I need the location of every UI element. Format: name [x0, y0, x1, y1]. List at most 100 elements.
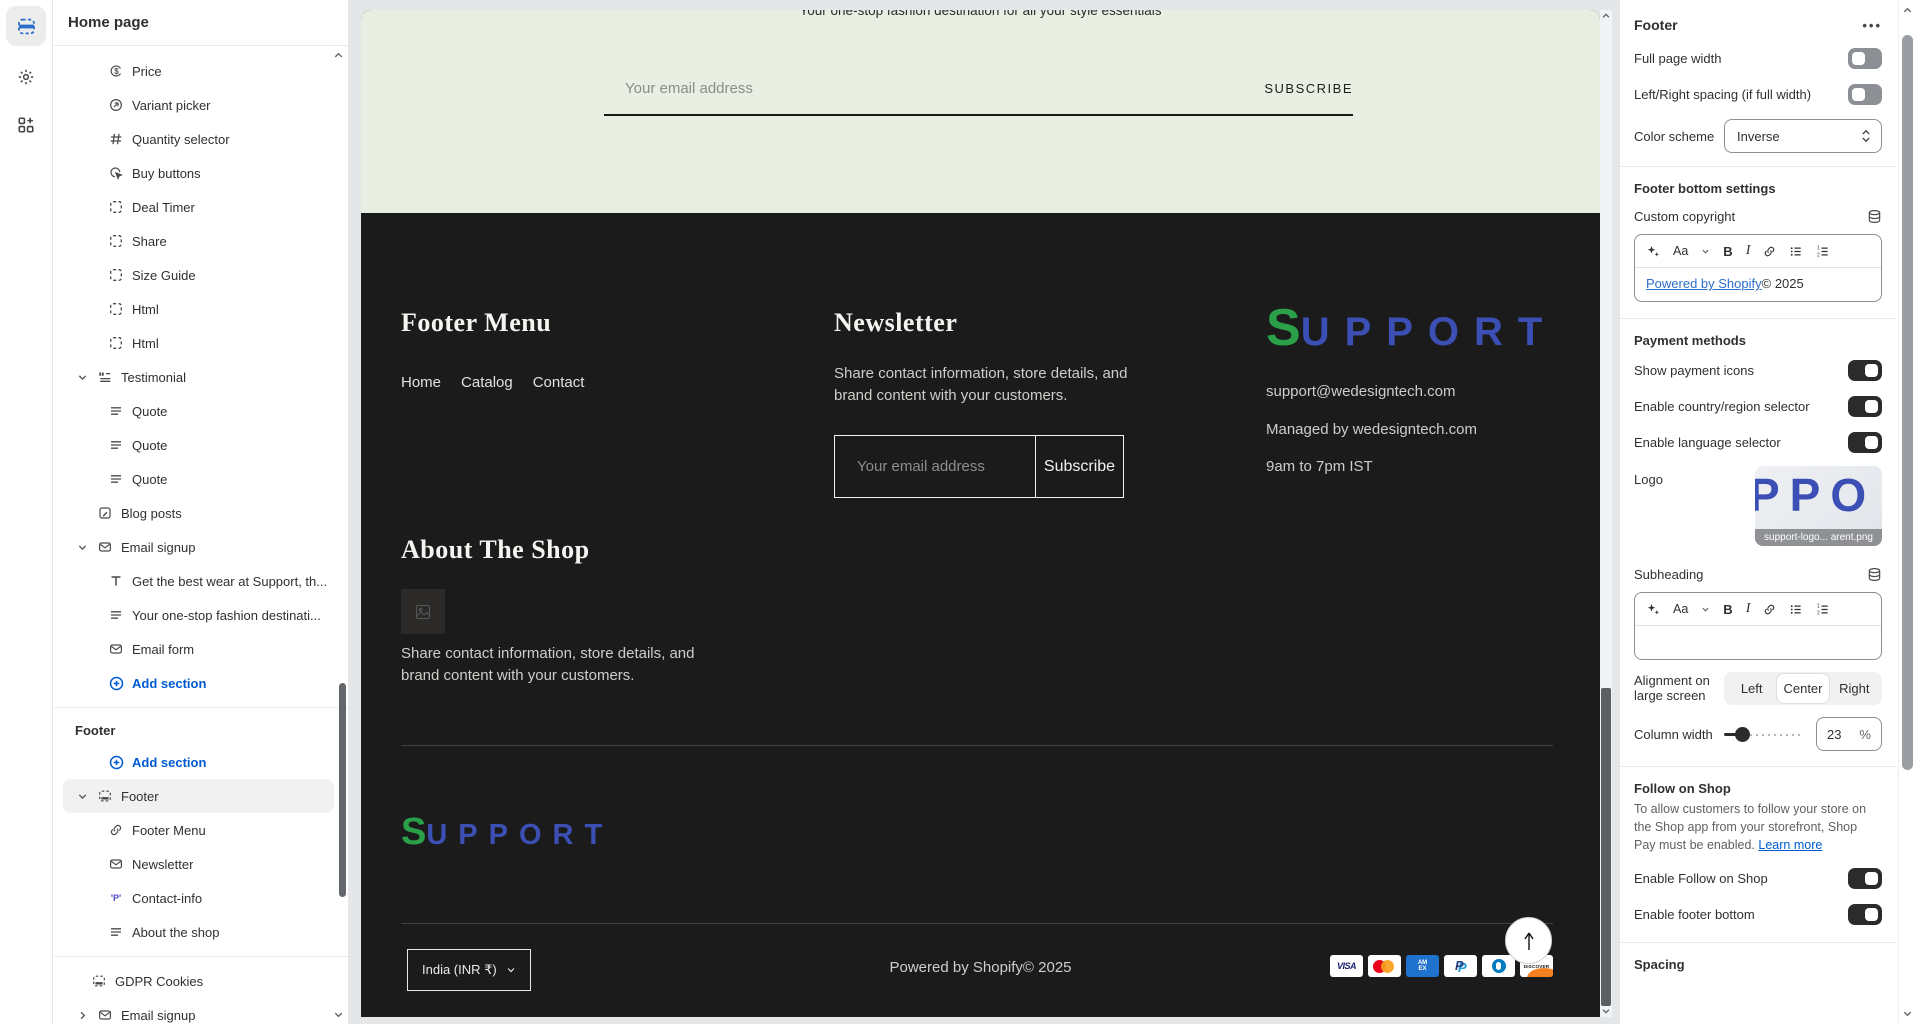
sidebar-item-buy-buttons[interactable]: Buy buttons	[53, 156, 348, 190]
contact-email: support@wedesigntech.com	[1266, 381, 1456, 403]
preview-scroll-down-icon[interactable]	[1600, 1006, 1612, 1016]
theme-settings-button[interactable]	[6, 60, 46, 94]
copyright-link[interactable]: Powered by Shopify	[1646, 276, 1762, 291]
chevron-down-icon[interactable]	[75, 542, 89, 553]
sidebar-section-testimonial[interactable]: Testimonial	[53, 360, 348, 394]
sidebar-item-footer-menu[interactable]: Footer Menu	[53, 813, 348, 847]
sidebar-item-quote-3[interactable]: Quote	[53, 462, 348, 496]
sidebar-item-email-form[interactable]: Email form	[53, 632, 348, 666]
alignment-left-option[interactable]: Left	[1726, 674, 1777, 703]
bold-button[interactable]: B	[1723, 602, 1732, 617]
sections-nav-button[interactable]	[6, 6, 46, 46]
preview-scrollbar-thumb[interactable]	[1601, 688, 1611, 1006]
chevron-down-icon[interactable]	[1701, 247, 1710, 256]
sidebar-item-share[interactable]: Share	[53, 224, 348, 258]
numbered-list-icon[interactable]: 12	[1816, 245, 1830, 258]
link-button-icon[interactable]	[1763, 603, 1776, 616]
bullet-list-icon[interactable]	[1789, 245, 1803, 258]
preview-scroll-up-icon[interactable]	[1600, 11, 1612, 21]
sidebar-scrollbar-thumb[interactable]	[339, 683, 346, 897]
logo-thumbnail[interactable]: PPO support-logo... arent.png	[1755, 466, 1882, 546]
alignment-right-option[interactable]: Right	[1829, 674, 1880, 703]
add-section-button-footer[interactable]: Add section	[53, 745, 348, 779]
subheading-value[interactable]	[1635, 626, 1881, 659]
column-width-input[interactable]: 23 %	[1816, 717, 1882, 751]
sidebar-section-blog-posts[interactable]: Blog posts	[53, 496, 348, 530]
newsletter-email-input[interactable]: Your email address	[835, 436, 1035, 497]
panel-scroll-up-icon[interactable]	[1902, 5, 1913, 16]
back-to-top-button[interactable]	[1505, 917, 1552, 964]
apps-nav-button[interactable]	[6, 108, 46, 142]
color-scheme-select[interactable]: Inverse	[1724, 119, 1882, 153]
panel-scroll-down-icon[interactable]	[1902, 1008, 1913, 1019]
panel-title: Footer	[1634, 17, 1678, 33]
sidebar-item-subtext[interactable]: Your one-stop fashion destinati...	[53, 598, 348, 632]
sidebar-item-quantity-selector[interactable]: Quantity selector	[53, 122, 348, 156]
hero-email-input[interactable]: Your email address	[625, 80, 753, 97]
text-style-button[interactable]: Aa	[1673, 244, 1688, 258]
sidebar-item-about-the-shop[interactable]: About the shop	[53, 915, 348, 949]
sidebar-item-heading-text[interactable]: Get the best wear at Support, th...	[53, 564, 348, 598]
sidebar-item-size-guide[interactable]: Size Guide	[53, 258, 348, 292]
lr-spacing-toggle[interactable]	[1848, 84, 1882, 105]
chevron-right-icon[interactable]	[75, 1010, 89, 1021]
chevron-down-icon[interactable]	[1701, 605, 1710, 614]
bold-button[interactable]: B	[1723, 244, 1732, 259]
sidebar-item-newsletter[interactable]: Newsletter	[53, 847, 348, 881]
more-options-icon[interactable]: •••	[1862, 18, 1882, 33]
sidebar-item-quote-2[interactable]: Quote	[53, 428, 348, 462]
sidebar-item-html-2[interactable]: Html	[53, 326, 348, 360]
enable-follow-toggle[interactable]	[1848, 868, 1882, 889]
add-section-button-template[interactable]: Add section	[53, 666, 348, 700]
link-button-icon[interactable]	[1763, 245, 1776, 258]
column-width-slider[interactable]	[1724, 727, 1804, 741]
panel-scrollbar-thumb[interactable]	[1902, 35, 1913, 770]
chevron-down-icon[interactable]	[75, 372, 89, 383]
divider	[53, 956, 348, 957]
custom-copyright-value[interactable]: Powered by Shopify© 2025	[1635, 268, 1881, 301]
dynamic-source-icon[interactable]	[1867, 567, 1882, 582]
app-block-icon: 'P'	[108, 890, 124, 906]
chevron-down-icon[interactable]	[75, 791, 89, 802]
alignment-segmented-control: Left Center Right	[1724, 672, 1882, 705]
slider-handle[interactable]	[1735, 727, 1750, 742]
footer-link-catalog[interactable]: Catalog	[461, 374, 513, 391]
contact-managed: Managed by wedesigntech.com	[1266, 419, 1477, 441]
sidebar-section-footer[interactable]: Footer	[63, 779, 334, 813]
dynamic-source-icon[interactable]	[1867, 209, 1882, 224]
full-page-width-toggle[interactable]	[1848, 48, 1882, 69]
sidebar-section-email-signup-2[interactable]: Email signup	[53, 998, 348, 1024]
sidebar-item-html-1[interactable]: Html	[53, 292, 348, 326]
footer-link-home[interactable]: Home	[401, 374, 441, 391]
sidebar-item-variant-picker[interactable]: Variant picker	[53, 88, 348, 122]
show-payment-icons-toggle[interactable]	[1848, 360, 1882, 381]
magic-icon[interactable]	[1646, 602, 1660, 616]
enable-country-toggle[interactable]	[1848, 396, 1882, 417]
italic-button[interactable]: I	[1746, 601, 1751, 617]
sidebar-scroll-up-icon[interactable]	[333, 50, 344, 61]
sidebar-section-email-signup[interactable]: Email signup	[53, 530, 348, 564]
sidebar-scroll-down-icon[interactable]	[333, 1009, 344, 1020]
enable-language-toggle[interactable]	[1848, 432, 1882, 453]
numbered-list-icon[interactable]: 12	[1816, 603, 1830, 616]
magic-icon[interactable]	[1646, 244, 1660, 258]
learn-more-link[interactable]: Learn more	[1758, 838, 1822, 852]
testimonial-icon	[97, 369, 113, 385]
newsletter-subscribe-button[interactable]: Subscribe	[1035, 436, 1123, 497]
logo-label: Logo	[1634, 466, 1663, 487]
alignment-center-option[interactable]: Center	[1777, 674, 1828, 703]
sidebar-item-contact-info[interactable]: 'P' Contact-info	[53, 881, 348, 915]
sidebar-section-gdpr-cookies[interactable]: GDPR Cookies	[53, 964, 348, 998]
text-style-button[interactable]: Aa	[1673, 602, 1688, 616]
italic-button[interactable]: I	[1746, 243, 1751, 259]
footer-link-contact[interactable]: Contact	[533, 374, 585, 391]
enable-footer-bottom-toggle[interactable]	[1848, 904, 1882, 925]
sidebar-item-price[interactable]: $ Price	[53, 54, 348, 88]
preview-scrollbar[interactable]	[1600, 10, 1612, 1017]
panel-scrollbar[interactable]	[1898, 0, 1916, 1024]
footer-divider	[401, 923, 1553, 924]
sidebar-item-deal-timer[interactable]: Deal Timer	[53, 190, 348, 224]
bullet-list-icon[interactable]	[1789, 603, 1803, 616]
sidebar-item-quote-1[interactable]: Quote	[53, 394, 348, 428]
hero-subscribe-button[interactable]: SUBSCRIBE	[1264, 81, 1353, 96]
